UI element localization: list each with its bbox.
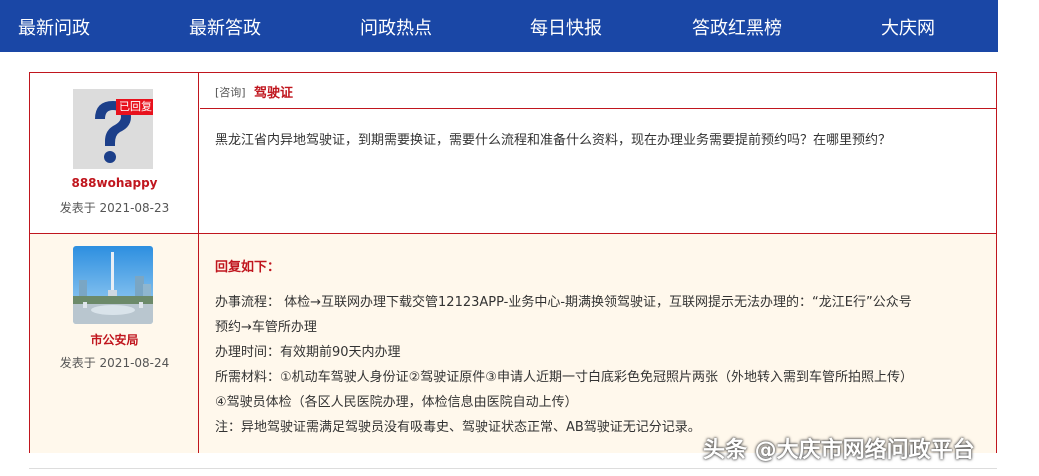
question-row: 已回复 888wohappy 发表于 2021-08-23 [咨询] 驾驶证 黑… xyxy=(30,73,996,233)
question-user-name[interactable]: 888wohappy xyxy=(30,176,199,190)
reply-body: 办事流程： 体检→互联网办理下载交管12123APP-业务中心-期满换领驾驶证，… xyxy=(215,290,985,440)
reply-line: 所需材料：①机动车驾驶人身份证②驾驶证原件③申请人近期一寸白底彩色免冠照片两张（… xyxy=(215,370,913,385)
watermark: 头条 @大庆市网络问政平台 xyxy=(703,438,975,463)
question-content: [咨询] 驾驶证 黑龙江省内异地驾驶证，到期需要换证，需要什么流程和准备什么资料… xyxy=(200,73,996,233)
reply-heading: 回复如下： xyxy=(215,260,281,275)
reply-row: 市公安局 发表于 2021-08-24 回复如下： 办事流程： 体检→互联网办理… xyxy=(30,233,996,453)
reply-line: ④驾驶员体检（各区人民医院办理，体检信息由医院自动上传） xyxy=(215,395,578,410)
reply-date: 发表于 2021-08-24 xyxy=(59,356,170,370)
nav-ranking[interactable]: 答政红黑榜 xyxy=(692,14,782,40)
question-date: 发表于 2021-08-23 xyxy=(59,201,170,215)
post-thread: 已回复 888wohappy 发表于 2021-08-23 [咨询] 驾驶证 黑… xyxy=(29,72,997,453)
nav-hot-topics[interactable]: 问政热点 xyxy=(360,14,432,40)
question-header: [咨询] 驾驶证 xyxy=(200,73,996,109)
question-author: 已回复 888wohappy 发表于 2021-08-23 xyxy=(30,73,199,233)
nav-latest-answers[interactable]: 最新答政 xyxy=(189,14,261,40)
nav-latest-questions[interactable]: 最新问政 xyxy=(18,14,90,40)
avatar[interactable]: 已回复 xyxy=(73,89,153,169)
avatar[interactable] xyxy=(73,246,153,324)
question-category: [咨询] xyxy=(215,86,246,99)
reply-line: 预约→车管所办理 xyxy=(215,320,317,335)
replied-badge: 已回复 xyxy=(116,99,153,115)
nav-daily-news[interactable]: 每日快报 xyxy=(530,14,602,40)
top-nav: 最新问政 最新答政 问政热点 每日快报 答政红黑榜 大庆网 xyxy=(0,0,998,52)
reply-content: 回复如下： 办事流程： 体检→互联网办理下载交管12123APP-业务中心-期满… xyxy=(200,234,996,453)
reply-line: 办事流程： 体检→互联网办理下载交管12123APP-业务中心-期满换领驾驶证，… xyxy=(215,295,912,310)
city-square-image xyxy=(73,246,153,324)
reply-user-name[interactable]: 市公安局 xyxy=(30,331,199,348)
reply-line: 办理时间：有效期前90天内办理 xyxy=(215,345,401,360)
question-body: 黑龙江省内异地驾驶证，到期需要换证，需要什么流程和准备什么资料，现在办理业务需要… xyxy=(215,133,892,148)
nav-daqing-site[interactable]: 大庆网 xyxy=(881,14,935,40)
question-title[interactable]: 驾驶证 xyxy=(254,82,293,101)
reply-author: 市公安局 发表于 2021-08-24 xyxy=(30,234,199,453)
